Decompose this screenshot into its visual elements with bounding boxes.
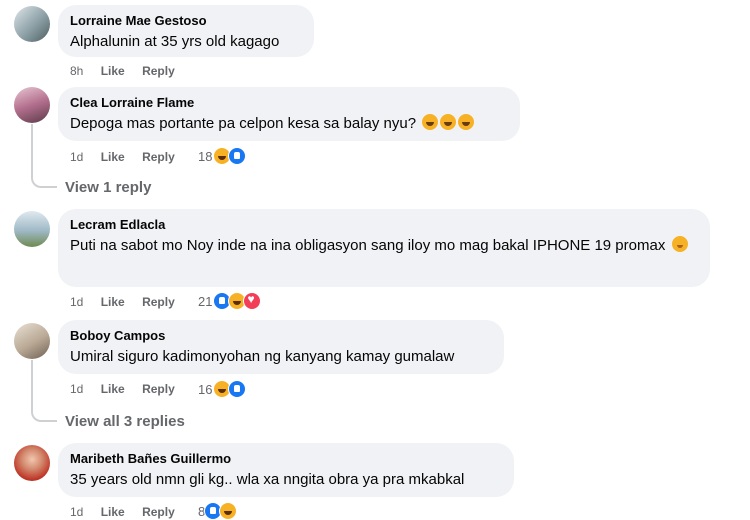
comment-author[interactable]: Lecram Edlacla <box>70 217 698 233</box>
avatar[interactable] <box>14 6 50 42</box>
comment-actions: 1d Like Reply <box>70 149 189 165</box>
reply-button[interactable]: Reply <box>142 505 175 519</box>
haha-emoji <box>422 114 439 130</box>
view-replies-link[interactable]: View all 3 replies <box>65 413 185 430</box>
heart-reaction-icon <box>243 292 262 310</box>
comment-text-body: Depoga mas portante pa celpon kesa sa ba… <box>70 115 417 132</box>
comment-actions: 8h Like Reply <box>70 63 189 79</box>
comment-time[interactable]: 1d <box>70 382 83 396</box>
comment-text: Puti na sabot mo Noy inde na ina obligas… <box>70 235 690 257</box>
comment-text: 35 years old nmn gli kg.. wla xa nngita … <box>70 471 465 488</box>
comment-bubble: Lorraine Mae Gestoso Alphalunin at 35 yr… <box>58 5 314 57</box>
reaction-summary[interactable]: 8 <box>198 502 238 520</box>
reply-button[interactable]: Reply <box>142 150 175 164</box>
thread-connector <box>31 406 57 422</box>
comment-time[interactable]: 1d <box>70 505 83 519</box>
comment-bubble: Lecram Edlacla Puti na sabot mo Noy inde… <box>58 209 710 287</box>
haha-emoji <box>440 114 457 130</box>
thread-line <box>31 360 33 408</box>
haha-emoji <box>458 114 475 130</box>
comment-time[interactable]: 1d <box>70 150 83 164</box>
comment-author[interactable]: Boboy Campos <box>70 328 492 344</box>
avatar[interactable] <box>14 211 50 247</box>
comment-text: Depoga mas portante pa celpon kesa sa ba… <box>70 113 508 135</box>
reaction-count: 18 <box>198 148 213 164</box>
reaction-summary[interactable]: 16 <box>198 380 247 398</box>
like-button[interactable]: Like <box>101 64 125 78</box>
avatar[interactable] <box>14 87 50 123</box>
like-button[interactable]: Like <box>101 382 125 396</box>
reaction-summary[interactable]: 21 <box>198 292 262 310</box>
comment-author[interactable]: Clea Lorraine Flame <box>70 95 508 111</box>
comment-time[interactable]: 1d <box>70 295 83 309</box>
comment-author[interactable]: Lorraine Mae Gestoso <box>70 13 302 29</box>
comment-text-body: Puti na sabot mo Noy inde na ina obligas… <box>70 237 666 254</box>
view-replies-link[interactable]: View 1 reply <box>65 179 151 196</box>
comment-actions: 1d Like Reply <box>70 381 189 397</box>
smile-emoji <box>671 236 688 252</box>
reaction-count: 21 <box>198 293 213 309</box>
comment-bubble: Maribeth Bañes Guillermo 35 years old nm… <box>58 443 514 497</box>
comment-actions: 1d Like Reply <box>70 294 189 310</box>
reaction-count: 16 <box>198 381 213 397</box>
reaction-summary[interactable]: 18 <box>198 147 247 165</box>
like-reaction-icon <box>228 147 247 165</box>
comment-text: Umiral siguro kadimonyohan ng kanyang ka… <box>70 348 455 365</box>
like-button[interactable]: Like <box>101 150 125 164</box>
avatar[interactable] <box>14 323 50 359</box>
thread-line <box>31 124 33 174</box>
avatar[interactable] <box>14 445 50 481</box>
reply-button[interactable]: Reply <box>142 64 175 78</box>
comment-author[interactable]: Maribeth Bañes Guillermo <box>70 451 502 467</box>
like-button[interactable]: Like <box>101 505 125 519</box>
reply-button[interactable]: Reply <box>142 382 175 396</box>
comment-bubble: Clea Lorraine Flame Depoga mas portante … <box>58 87 520 141</box>
comment-time[interactable]: 8h <box>70 64 83 78</box>
thread-connector <box>31 172 57 188</box>
comment-actions: 1d Like Reply <box>70 504 189 520</box>
comment-text: Alphalunin at 35 yrs old kagago <box>70 33 280 50</box>
comment-bubble: Boboy Campos Umiral siguro kadimonyohan … <box>58 320 504 374</box>
like-reaction-icon <box>228 380 247 398</box>
like-button[interactable]: Like <box>101 295 125 309</box>
reply-button[interactable]: Reply <box>142 295 175 309</box>
haha-reaction-icon <box>219 502 238 520</box>
